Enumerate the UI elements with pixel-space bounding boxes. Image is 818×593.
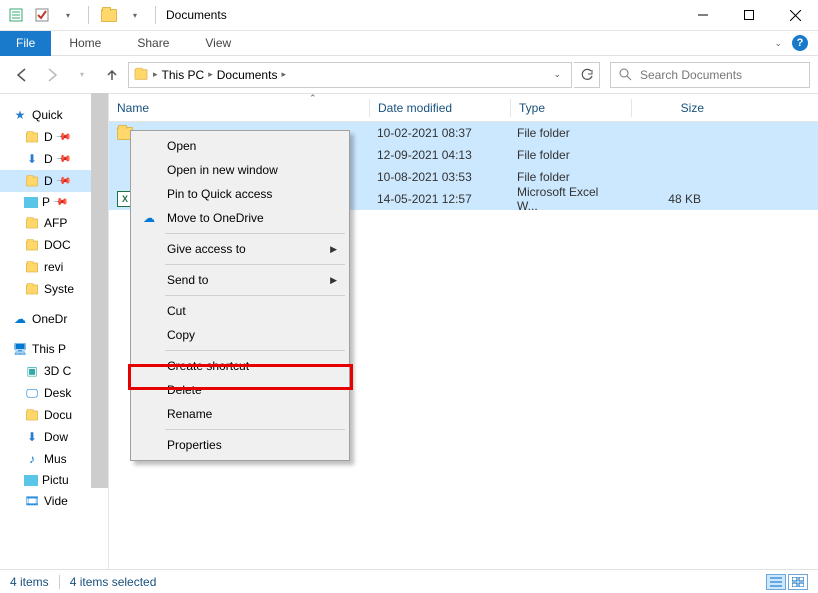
titlebar: ▾ ▾ Documents <box>0 0 818 31</box>
crumb-thispc[interactable]: This PC <box>162 68 205 82</box>
folder-icon <box>24 129 40 145</box>
pin-icon: 📌 <box>52 194 69 211</box>
folder-icon <box>99 5 119 25</box>
menu-copy[interactable]: Copy <box>133 323 347 347</box>
up-button[interactable] <box>98 61 126 89</box>
nav-scrollbar[interactable] <box>91 93 108 493</box>
chevron-right-icon[interactable]: ▸ <box>153 69 158 80</box>
documents-icon <box>24 407 40 423</box>
cube-icon: ▣ <box>24 363 40 379</box>
menu-separator <box>165 264 345 265</box>
status-selected-count: 4 items selected <box>70 575 157 589</box>
checkbox-icon[interactable] <box>32 5 52 25</box>
sort-indicator-icon: ⌃ <box>309 93 317 104</box>
tab-home[interactable]: Home <box>51 32 119 54</box>
context-menu: Open Open in new window Pin to Quick acc… <box>130 130 350 461</box>
status-item-count: 4 items <box>10 575 49 589</box>
recent-dropdown-icon[interactable]: ▾ <box>68 61 96 89</box>
menu-give-access[interactable]: Give access to▶ <box>133 237 347 261</box>
column-date[interactable]: Date modified <box>370 101 510 115</box>
pictures-icon <box>24 475 38 486</box>
menu-pin-quick-access[interactable]: Pin to Quick access <box>133 182 347 206</box>
cloud-icon: ☁ <box>12 311 28 327</box>
menu-delete[interactable]: Delete <box>133 378 347 402</box>
menu-separator <box>165 233 345 234</box>
maximize-button[interactable] <box>726 0 772 31</box>
help-button[interactable]: ? <box>792 35 808 51</box>
ribbon-tabs: File Home Share View ⌄ ? <box>0 31 818 56</box>
desktop-icon: 🖵 <box>24 385 40 401</box>
chevron-right-icon: ▶ <box>330 244 337 255</box>
documents-icon <box>24 173 40 189</box>
menu-separator <box>165 295 345 296</box>
star-icon: ★ <box>12 107 28 123</box>
properties-icon[interactable] <box>6 5 26 25</box>
menu-open-new-window[interactable]: Open in new window <box>133 158 347 182</box>
pictures-icon <box>24 197 38 208</box>
chevron-right-icon[interactable]: ▸ <box>208 69 213 80</box>
chevron-right-icon[interactable]: ▸ <box>281 69 286 80</box>
breadcrumb[interactable]: ▸ This PC ▸ Documents ▸ ⌄ <box>128 62 572 88</box>
pin-icon: 📌 <box>55 173 72 190</box>
nav-videos[interactable]: 🎞Vide <box>0 490 108 512</box>
column-headers: ⌃ Name Date modified Type Size <box>109 94 818 122</box>
documents-icon <box>133 67 149 83</box>
folder-dropdown-icon[interactable]: ▾ <box>125 5 145 25</box>
cloud-icon: ☁ <box>141 210 157 226</box>
details-view-button[interactable] <box>766 574 786 590</box>
search-input[interactable]: Search Documents <box>610 62 810 88</box>
qat-dropdown-icon[interactable]: ▾ <box>58 5 78 25</box>
icons-view-button[interactable] <box>788 574 808 590</box>
pin-icon: 📌 <box>55 129 72 146</box>
close-button[interactable] <box>772 0 818 31</box>
menu-send-to[interactable]: Send to▶ <box>133 268 347 292</box>
menu-open[interactable]: Open <box>133 134 347 158</box>
scroll-thumb[interactable] <box>91 93 108 488</box>
separator <box>59 575 60 589</box>
back-button[interactable] <box>8 61 36 89</box>
menu-cut[interactable]: Cut <box>133 299 347 323</box>
column-name[interactable]: Name <box>109 101 369 115</box>
column-size[interactable]: Size <box>632 101 712 115</box>
download-icon: ⬇ <box>24 151 40 167</box>
folder-icon <box>24 215 40 231</box>
menu-move-onedrive[interactable]: ☁Move to OneDrive <box>133 206 347 230</box>
menu-properties[interactable]: Properties <box>133 433 347 457</box>
folder-icon <box>24 237 40 253</box>
menu-separator <box>165 350 345 351</box>
tab-share[interactable]: Share <box>119 32 187 54</box>
window-title: Documents <box>166 8 227 22</box>
folder-icon <box>24 259 40 275</box>
address-bar: ▾ ▸ This PC ▸ Documents ▸ ⌄ Search Docum… <box>0 56 818 94</box>
music-icon: ♪ <box>24 451 40 467</box>
folder-icon <box>24 281 40 297</box>
chevron-right-icon: ▶ <box>330 275 337 286</box>
pin-icon: 📌 <box>55 151 72 168</box>
status-bar: 4 items 4 items selected <box>0 569 818 593</box>
refresh-button[interactable] <box>574 62 600 88</box>
ribbon-chevron-icon[interactable]: ⌄ <box>774 38 782 49</box>
crumb-documents[interactable]: Documents <box>217 68 278 82</box>
column-type[interactable]: Type <box>511 101 631 115</box>
forward-button[interactable] <box>38 61 66 89</box>
menu-separator <box>165 429 345 430</box>
menu-rename[interactable]: Rename <box>133 402 347 426</box>
tab-file[interactable]: File <box>0 31 51 56</box>
menu-create-shortcut[interactable]: Create shortcut <box>133 354 347 378</box>
video-icon: 🎞 <box>24 493 40 509</box>
tab-view[interactable]: View <box>187 32 249 54</box>
minimize-button[interactable] <box>680 0 726 31</box>
crumb-dropdown-icon[interactable]: ⌄ <box>547 69 567 80</box>
download-icon: ⬇ <box>24 429 40 445</box>
search-icon <box>619 68 632 81</box>
search-placeholder: Search Documents <box>640 68 742 82</box>
pc-icon: 🖥 <box>12 341 28 357</box>
